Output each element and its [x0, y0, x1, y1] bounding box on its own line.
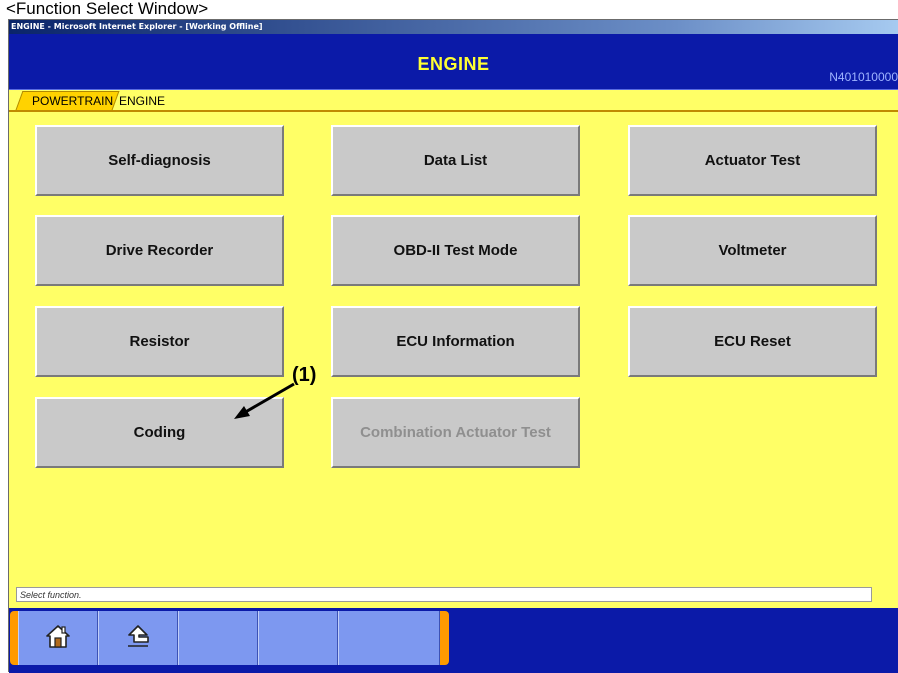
self-diagnosis-button[interactable]: Self-diagnosis	[35, 125, 284, 196]
breadcrumb-divider	[9, 110, 898, 112]
screen-code: N401010000	[829, 70, 898, 84]
toolbar-left-cap	[10, 611, 18, 665]
obd-test-mode-button[interactable]: OBD-II Test Mode	[331, 215, 580, 286]
drive-recorder-button[interactable]: Drive Recorder	[35, 215, 284, 286]
breadcrumb-item-engine: ENGINE	[119, 94, 166, 108]
toolbar-button-4[interactable]	[258, 611, 338, 665]
ecu-reset-button[interactable]: ECU Reset	[628, 306, 877, 377]
toolbar-right-cap	[440, 611, 449, 665]
callout-arrow	[234, 382, 295, 419]
voltmeter-button[interactable]: Voltmeter	[628, 215, 877, 286]
status-message: Select function.	[16, 587, 872, 602]
up-arrow-icon	[125, 623, 151, 654]
breadcrumb-item-powertrain[interactable]: POWERTRAIN	[32, 94, 113, 108]
home-button[interactable]	[18, 611, 98, 665]
toolbar-button-3[interactable]	[178, 611, 258, 665]
browser-window: ENGINE - Microsoft Internet Explorer - […	[8, 19, 898, 673]
actuator-test-button[interactable]: Actuator Test	[628, 125, 877, 196]
window-title-bar: ENGINE - Microsoft Internet Explorer - […	[9, 20, 898, 34]
bottom-toolbar	[9, 608, 898, 673]
figure-caption: <Function Select Window>	[6, 0, 209, 18]
page-header: ENGINE N401010000	[9, 34, 898, 90]
ecu-information-button[interactable]: ECU Information	[331, 306, 580, 377]
data-list-button[interactable]: Data List	[331, 125, 580, 196]
page-title: ENGINE	[417, 54, 490, 74]
home-icon	[45, 623, 71, 654]
toolbar-button-5[interactable]	[338, 611, 440, 665]
combination-actuator-test-button: Combination Actuator Test	[331, 397, 580, 468]
resistor-button[interactable]: Resistor	[35, 306, 284, 377]
back-button[interactable]	[98, 611, 178, 665]
breadcrumb: POWERTRAIN ENGINE	[9, 90, 898, 112]
